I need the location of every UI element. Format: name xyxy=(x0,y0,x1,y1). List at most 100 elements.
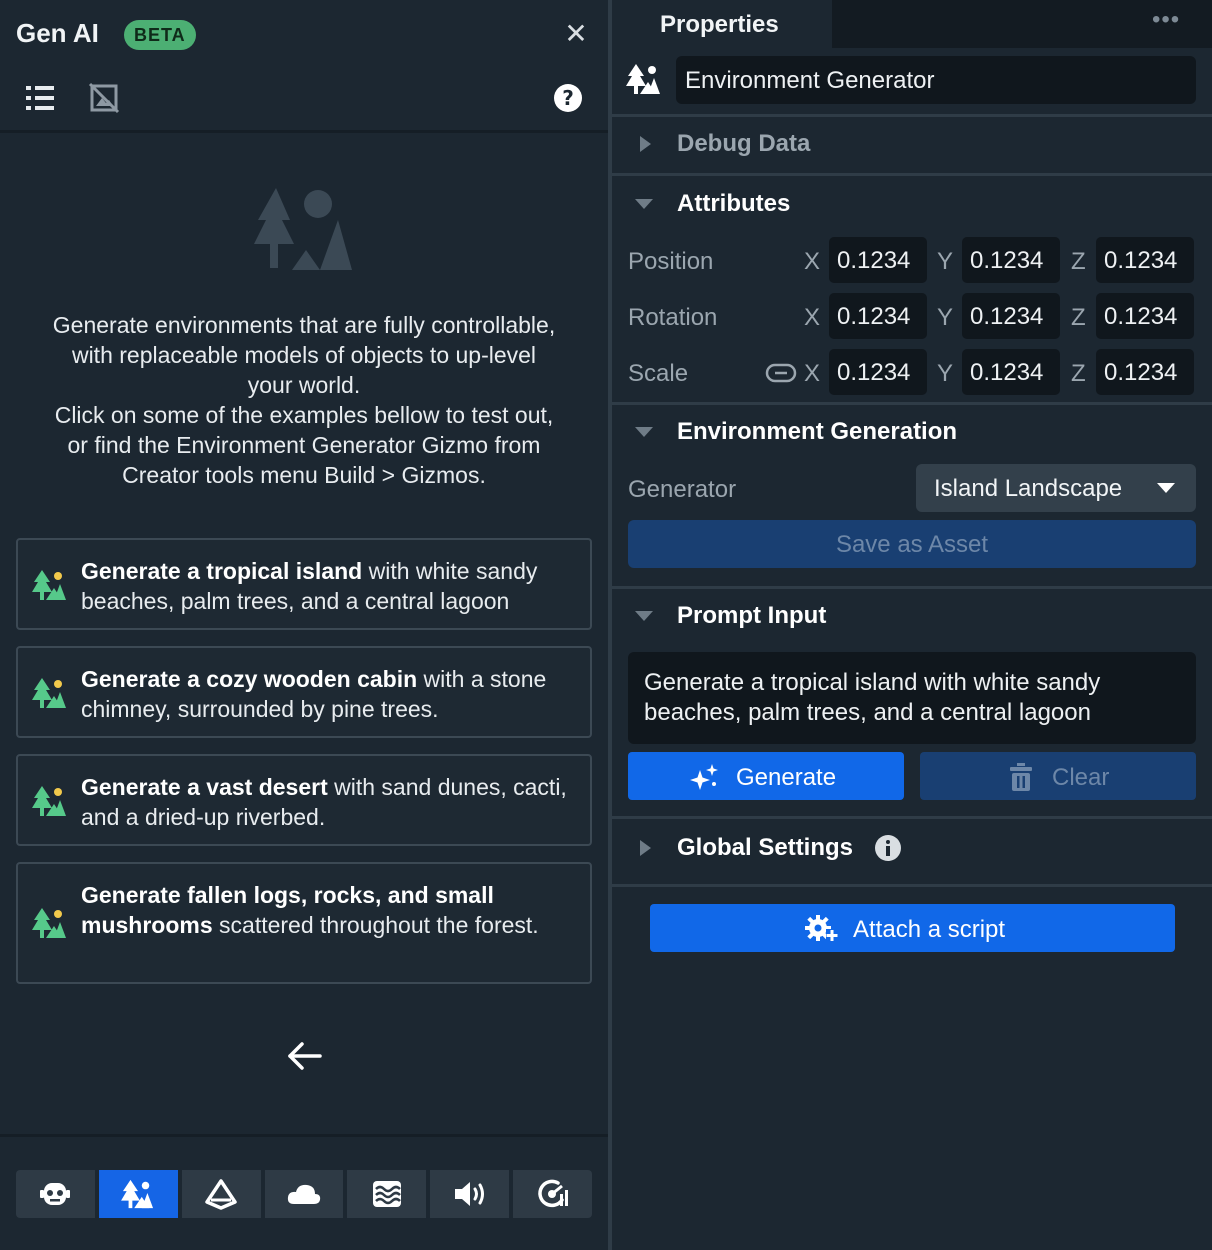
axis-x-label: X xyxy=(804,360,821,387)
section-label: Attributes xyxy=(677,190,791,217)
audio-icon xyxy=(454,1182,484,1206)
tab-cloud[interactable] xyxy=(264,1170,344,1218)
example-bold: Generate a vast desert xyxy=(81,774,328,800)
section-label: Global Settings xyxy=(677,834,854,861)
footer-divider xyxy=(0,1134,608,1137)
prompt-textarea[interactable]: Generate a tropical island with white sa… xyxy=(628,652,1196,744)
description-line: Generate environments that are fully con… xyxy=(52,312,556,338)
example-text: Generate a cozy wooden cabin with a ston… xyxy=(81,664,580,724)
cloud-icon xyxy=(287,1184,321,1204)
trash-icon xyxy=(1010,763,1032,791)
example-text: Generate a vast desert with sand dunes, … xyxy=(81,772,580,832)
prism-icon xyxy=(205,1179,237,1210)
position-x-field[interactable]: 0.1234 xyxy=(829,237,927,283)
rotation-z-field[interactable]: 0.1234 xyxy=(1096,293,1194,339)
description-line: your world. xyxy=(247,372,361,398)
description-text: Generate environments that are fully con… xyxy=(14,310,594,490)
environment-hero-icon xyxy=(252,186,356,277)
tab-environment[interactable] xyxy=(98,1170,178,1218)
header-divider xyxy=(0,130,608,133)
no-image-icon[interactable] xyxy=(88,82,120,119)
tab-audio[interactable] xyxy=(430,1170,510,1218)
axis-x-label: X xyxy=(804,248,821,275)
gear-plus-icon xyxy=(805,915,838,941)
tab-analytics[interactable] xyxy=(513,1170,593,1218)
section-environment-generation[interactable]: Environment Generation xyxy=(612,404,1212,460)
rotation-y-field[interactable]: 0.1234 xyxy=(962,293,1060,339)
generate-button[interactable]: Generate xyxy=(628,752,904,800)
axis-y-label: Y xyxy=(937,248,954,275)
gen-ai-panel: Gen AI BETA ✕ ? Generate environments th… xyxy=(0,0,608,1250)
panel-title: Gen AI xyxy=(16,18,99,48)
chevron-down-icon xyxy=(1157,483,1175,493)
tab-prism[interactable] xyxy=(181,1170,261,1218)
generator-selected-value: Island Landscape xyxy=(934,475,1123,502)
tab-robot[interactable] xyxy=(16,1170,95,1218)
caret-down-icon xyxy=(635,199,653,209)
section-label: Environment Generation xyxy=(677,418,958,445)
environment-generator-icon xyxy=(626,62,662,101)
info-icon[interactable] xyxy=(874,834,902,867)
description-line: Creator tools menu Build > Gizmos. xyxy=(122,462,486,488)
scale-x-field[interactable]: 0.1234 xyxy=(829,349,927,395)
example-card-fallen-logs[interactable]: Generate fallen logs, rocks, and small m… xyxy=(16,862,592,984)
clear-button[interactable]: Clear xyxy=(920,752,1196,800)
tab-water[interactable] xyxy=(347,1170,427,1218)
example-text: Generate fallen logs, rocks, and small m… xyxy=(81,880,580,940)
more-options-icon[interactable]: ••• xyxy=(1152,6,1180,34)
uniform-scale-lock-icon[interactable] xyxy=(765,363,797,388)
list-view-icon[interactable] xyxy=(24,84,56,117)
caret-down-icon xyxy=(635,427,653,437)
example-bold: Generate a tropical island xyxy=(81,558,363,584)
scale-y-field[interactable]: 0.1234 xyxy=(962,349,1060,395)
axis-x-label: X xyxy=(804,304,821,331)
section-label: Debug Data xyxy=(677,130,811,157)
example-card-tropical-island[interactable]: Generate a tropical island with white sa… xyxy=(16,538,592,630)
section-attributes[interactable]: Attributes xyxy=(612,176,1212,232)
caret-down-icon xyxy=(635,611,653,621)
section-divider xyxy=(612,816,1212,819)
position-y-field[interactable]: 0.1234 xyxy=(962,237,1060,283)
position-label: Position xyxy=(628,248,714,275)
save-as-asset-button[interactable]: Save as Asset xyxy=(628,520,1196,568)
environment-icon xyxy=(32,906,68,945)
rotation-label: Rotation xyxy=(628,304,718,331)
environment-icon xyxy=(32,784,68,823)
environment-icon xyxy=(121,1179,154,1209)
example-text: Generate a tropical island with white sa… xyxy=(81,556,580,616)
attach-script-button[interactable]: Attach a script xyxy=(650,904,1175,952)
example-rest: scattered throughout the forest. xyxy=(212,912,539,938)
axis-z-label: Z xyxy=(1071,248,1086,275)
robot-icon xyxy=(40,1183,71,1205)
axis-y-label: Y xyxy=(937,304,954,331)
axis-z-label: Z xyxy=(1071,360,1086,387)
section-label: Prompt Input xyxy=(677,602,827,629)
help-icon[interactable]: ? xyxy=(552,82,584,119)
properties-panel: Properties ••• Environment Generator Deb… xyxy=(612,0,1212,1250)
section-debug-data[interactable]: Debug Data xyxy=(612,116,1212,172)
scale-z-field[interactable]: 0.1234 xyxy=(1096,349,1194,395)
description-line: with replaceable models of objects to up… xyxy=(71,342,537,368)
svg-text:?: ? xyxy=(562,86,574,110)
water-icon xyxy=(372,1181,401,1207)
environment-icon xyxy=(32,676,68,715)
object-name-input[interactable]: Environment Generator xyxy=(676,56,1196,104)
example-card-vast-desert[interactable]: Generate a vast desert with sand dunes, … xyxy=(16,754,592,846)
close-button[interactable]: ✕ xyxy=(560,18,592,50)
generator-dropdown[interactable]: Island Landscape xyxy=(916,464,1196,512)
sparkle-icon xyxy=(690,764,718,790)
scale-label: Scale xyxy=(628,360,689,387)
tab-properties[interactable]: Properties xyxy=(612,0,832,48)
generate-label: Generate xyxy=(736,764,837,791)
section-prompt-input[interactable]: Prompt Input xyxy=(612,588,1212,644)
section-global-settings[interactable]: Global Settings xyxy=(612,820,1212,876)
position-z-field[interactable]: 0.1234 xyxy=(1096,237,1194,283)
example-card-wooden-cabin[interactable]: Generate a cozy wooden cabin with a ston… xyxy=(16,646,592,738)
description-line: or find the Environment Generator Gizmo … xyxy=(67,432,541,458)
environment-icon xyxy=(32,568,68,607)
example-bold: Generate a cozy wooden cabin xyxy=(81,666,418,692)
beta-badge: BETA xyxy=(124,20,196,50)
axis-z-label: Z xyxy=(1071,304,1086,331)
back-arrow-icon[interactable] xyxy=(284,1036,324,1081)
rotation-x-field[interactable]: 0.1234 xyxy=(829,293,927,339)
